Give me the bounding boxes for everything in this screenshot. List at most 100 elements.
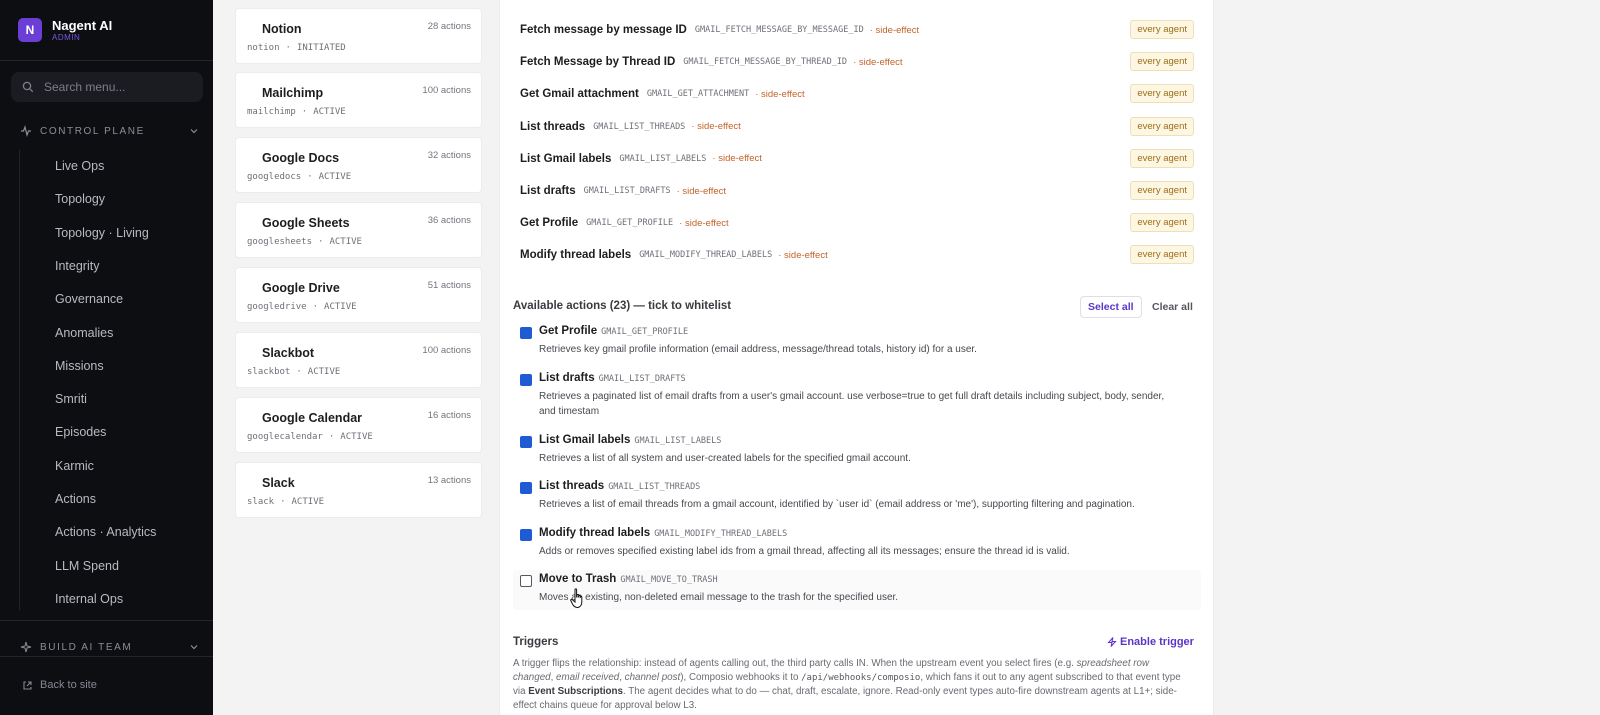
sidebar-item-integrity[interactable]: Integrity [30,253,200,279]
whitelist-checkbox[interactable] [520,327,532,339]
whitelist-checkbox[interactable] [520,529,532,541]
permission-name: List drafts [520,185,576,197]
sidebar-item-label: Topology · Living [55,225,149,240]
action-item-gmail_list_drafts[interactable]: List drafts GMAIL_LIST_DRAFTS Retrieves a … [513,369,1201,423]
permission-name: Get Profile [520,217,579,230]
sidebar-item-live-ops[interactable]: Live Ops [30,153,200,179]
integration-status: ACTIVE [340,432,373,442]
whitelist-checkbox[interactable] [520,482,532,494]
integration-status: ACTIVE [318,172,352,182]
integration-status: INITIATED [296,43,346,53]
whitelist-checkbox[interactable] [520,436,532,448]
action-item-gmail_modify_thread_labels[interactable]: Modify thread labels GMAIL_MODIFY_THREAD_… [513,524,1201,560]
brand[interactable]: N Nagent AI ADMIN [18,18,112,42]
scope-badge[interactable]: every agent [1130,181,1194,200]
integration-card-notion[interactable]: Notion notion · INITIATED 28 actions [235,8,482,64]
sidebar: N Nagent AI ADMIN Search menu... CONTROL… [0,0,213,715]
action-item-gmail_get_profile[interactable]: Get Profile GMAIL_GET_PROFILE Retrieves ke… [513,322,1201,358]
integration-meta: googlecalendar · ACTIVE [247,432,373,442]
integration-card-slackbot[interactable]: Slackbot slackbot · ACTIVE 100 actions [235,332,482,388]
action-name: List Gmail labels [539,434,631,446]
app-role: ADMIN [52,32,81,42]
action-description: Adds or removes specified existing label… [539,546,1070,557]
triggers-title: Triggers [513,636,559,648]
action-item-gmail_move_to_trash[interactable]: Move to Trash GMAIL_MOVE_TO_TRASH Moves an… [513,570,1201,610]
activity-icon [30,159,44,173]
integration-action-count: 100 actions [422,345,471,356]
integration-card-mailchimp[interactable]: Mailchimp mailchimp · ACTIVE 100 actions [235,72,482,128]
sidebar-item-missions[interactable]: Missions [30,353,200,379]
permission-name: Fetch message by message ID [520,24,687,36]
integration-action-count: 100 actions [422,85,471,96]
action-description: Retrieves a list of email threads from a… [539,499,1135,510]
sidebar-item-llm-spend[interactable]: LLM Spend [30,553,200,579]
permission-row: List drafts GMAIL_LIST_DRAFTS · side-effec… [520,180,1200,202]
integration-card-slack[interactable]: Slack slack · ACTIVE 13 actions [235,462,482,518]
search-icon [22,81,34,93]
integration-card-googledocs[interactable]: Google Docs googledocs · ACTIVE 32 actions [235,137,482,193]
back-to-site-link[interactable]: Back to site [22,679,97,691]
integration-status: ACTIVE [324,302,357,312]
integration-meta: googledocs · ACTIVE [247,172,351,182]
trending-icon [30,359,44,373]
sidebar-item-topology[interactable]: Topology [30,186,200,212]
integration-name: Notion [262,22,302,36]
action-header: List Gmail labels GMAIL_LIST_LABELS [539,434,721,446]
action-item-gmail_list_labels[interactable]: List Gmail labels GMAIL_LIST_LABELS Retrie… [513,431,1201,467]
check-icon [521,375,531,385]
sidebar-item-anomalies[interactable]: Anomalies [30,320,200,346]
side-effect-tag: · side-effect [712,153,762,165]
sidebar-item-label: Internal Ops [55,591,124,606]
sidebar-item-label: LLM Spend [55,558,119,573]
whitelist-checkbox[interactable] [520,575,532,587]
layers-icon [30,192,44,206]
sidebar-item-internal-ops[interactable]: Internal Ops [30,586,200,612]
separator: · [280,497,286,507]
sidebar-item-governance[interactable]: Governance [30,286,200,312]
clear-all-button[interactable]: Clear all [1146,296,1199,318]
enable-trigger-button[interactable]: Enable trigger [1107,636,1194,648]
integration-slug: googlesheets [247,237,313,247]
sidebar-item-actions-analytics[interactable]: Actions · Analytics [30,519,200,545]
action-name: Get Profile [539,325,598,337]
action-header: List threads GMAIL_LIST_THREADS [539,480,700,492]
integration-meta: slackbot · ACTIVE [247,367,340,377]
permission-name: Get Gmail attachment [520,88,639,101]
whitelist-checkbox[interactable] [520,374,532,386]
search-input[interactable]: Search menu... [44,80,125,94]
section-build-ai-team[interactable]: BUILD AI TEAM [20,641,200,653]
scope-badge[interactable]: every agent [1130,20,1194,39]
permission-row: Get Profile GMAIL_GET_PROFILE · side-effec… [520,212,1200,234]
integration-slug: slack [247,497,275,507]
permission-code: GMAIL_LIST_DRAFTS [583,186,671,196]
scope-badge[interactable]: every agent [1130,245,1194,265]
action-item-gmail_list_threads[interactable]: List threads GMAIL_LIST_THREADS Retrieves … [513,477,1201,513]
integration-name: Google Calendar [262,411,363,425]
scope-badge[interactable]: every agent [1130,52,1194,72]
select-all-button[interactable]: Select all [1080,296,1142,318]
integration-card-googlecalendar[interactable]: Google Calendar googlecalendar · ACTIVE 16 a… [235,397,482,453]
scope-badge[interactable]: every agent [1130,116,1194,136]
sidebar-item-label: Smriti [55,392,87,407]
bolt-icon [30,492,44,506]
event-subscriptions-term: Event Subscriptions [528,686,623,697]
sidebar-item-episodes[interactable]: Episodes [30,419,200,445]
section-control-plane[interactable]: CONTROL PLANE [20,125,200,137]
permission-row: Fetch message by message ID GMAIL_FETCH_M… [520,19,1200,41]
triggers-description: A trigger flips the relationship: instea… [513,657,1188,713]
scope-badge[interactable]: every agent [1130,148,1194,168]
sidebar-item-label: Anomalies [55,325,114,340]
scope-badge[interactable]: every agent [1130,84,1194,104]
integration-card-googlesheets[interactable]: Google Sheets googlesheets · ACTIVE 36 actio… [235,202,482,258]
scope-badge[interactable]: every agent [1130,213,1194,233]
sidebar-item-actions[interactable]: Actions [30,486,200,512]
sidebar-item-smriti[interactable]: Smriti [30,386,200,412]
permission-row: Modify thread labels GMAIL_MODIFY_THREAD_… [520,244,1200,266]
sidebar-item-karmic[interactable]: Karmic [30,453,200,479]
integration-name: Google Drive [262,281,340,295]
integration-name: Google Sheets [262,216,350,230]
sidebar-item-topology-living[interactable]: Topology · Living [30,220,200,246]
integration-card-googledrive[interactable]: Google Drive googledrive · ACTIVE 51 actions [235,267,482,323]
search-box[interactable]: Search menu... [11,72,203,102]
hand-cursor-icon [570,588,583,609]
